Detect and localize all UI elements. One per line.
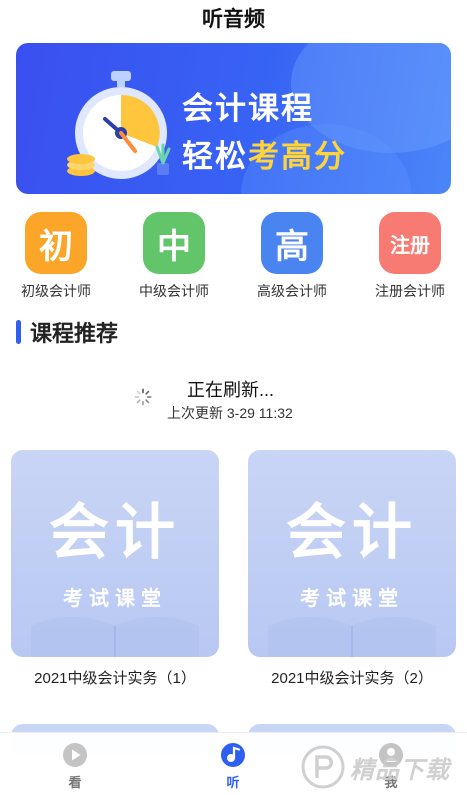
- page-title: 听音频: [202, 8, 265, 31]
- refresh-status: 正在刷新...: [187, 380, 275, 400]
- tab-listen[interactable]: 听: [203, 741, 263, 791]
- last-updated-time: 上次更新 3-29 11:32: [167, 405, 293, 421]
- watermark-text: 精品下载: [350, 756, 450, 784]
- tab-label: 看: [68, 775, 82, 790]
- category-senior-accountant[interactable]: 高 高级会计师: [247, 212, 337, 301]
- thumbnail-title: 会计: [286, 499, 418, 566]
- category-row: 初 初级会计师 中 中级会计师 高 高级会计师 注册 注册会计师: [0, 212, 467, 304]
- stopwatch-icon: [67, 71, 171, 179]
- thumbnail-subtitle: 考试课堂: [63, 588, 167, 610]
- course-thumbnail: 会计 考试课堂: [11, 450, 219, 657]
- banner-subheadline-highlight: 考高分: [248, 139, 347, 174]
- banner-subheadline-white: 轻松: [182, 139, 248, 174]
- promo-banner[interactable]: 会计课程 轻松考高分: [16, 43, 451, 194]
- section-header: 课程推荐: [16, 318, 118, 346]
- music-note-icon: [221, 743, 245, 767]
- category-label: 初级会计师: [21, 283, 91, 299]
- thumbnail-title: 会计: [49, 499, 181, 566]
- category-icon: 中: [143, 212, 205, 274]
- loading-spinner-icon: [134, 388, 152, 406]
- category-label: 中级会计师: [139, 283, 209, 299]
- tab-watch[interactable]: 看: [45, 741, 105, 791]
- section-title: 课程推荐: [30, 321, 119, 346]
- open-book-icon: [31, 617, 199, 657]
- course-title: 2021中级会计实务（2）: [271, 670, 433, 687]
- tab-label: 听: [226, 775, 240, 790]
- top-bar: 听音频: [0, 0, 467, 36]
- banner-subheadline: 轻松考高分: [182, 131, 347, 176]
- section-accent-bar: [16, 320, 21, 344]
- category-icon: 注册: [379, 212, 441, 274]
- category-label: 注册会计师: [375, 283, 445, 299]
- course-thumbnail: 会计 考试课堂: [248, 450, 456, 657]
- watermark: 精品下载: [300, 742, 465, 792]
- category-junior-accountant[interactable]: 初 初级会计师: [11, 212, 101, 301]
- category-icon: 初: [25, 212, 87, 274]
- course-card[interactable]: 会计 考试课堂 2021中级会计实务（1）: [11, 450, 219, 688]
- watermark-logo-icon: [301, 745, 345, 789]
- course-title: 2021中级会计实务（1）: [34, 670, 196, 687]
- open-book-icon: [268, 617, 436, 657]
- category-intermediate-accountant[interactable]: 中 中级会计师: [129, 212, 219, 301]
- category-icon: 高: [261, 212, 323, 274]
- thumbnail-subtitle: 考试课堂: [300, 588, 404, 610]
- course-card[interactable]: 会计 考试课堂 2021中级会计实务（2）: [248, 450, 456, 688]
- category-label: 高级会计师: [257, 283, 327, 299]
- category-cpa[interactable]: 注册 注册会计师: [365, 212, 455, 301]
- play-circle-icon: [63, 743, 87, 767]
- pull-refresh-indicator: 正在刷新... 上次更新 3-29 11:32: [0, 374, 467, 424]
- banner-headline: 会计课程: [182, 91, 314, 126]
